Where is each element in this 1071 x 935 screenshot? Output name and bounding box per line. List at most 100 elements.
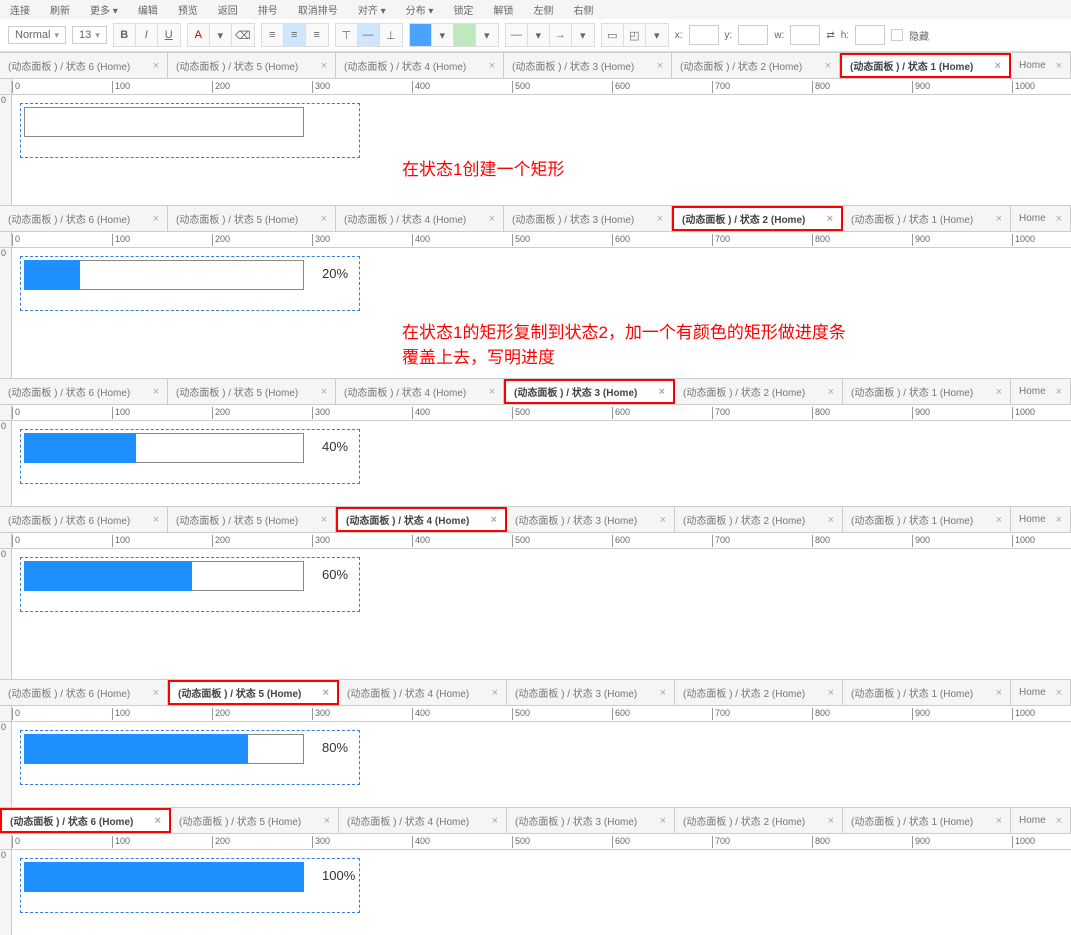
tab-state-3[interactable]: (动态面板 ) / 状态 3 (Home)× [507,808,675,833]
close-icon[interactable]: × [996,514,1002,526]
hide-checkbox[interactable] [891,29,903,41]
close-icon[interactable]: × [828,687,834,699]
tab-state-6[interactable]: (动态面板 ) / 状态 6 (Home)× [0,507,168,532]
tab-state-2[interactable]: (动态面板 ) / 状态 2 (Home)× [675,680,843,705]
canvas[interactable]: 40% [12,421,1071,506]
canvas[interactable]: 20%在状态1的矩形复制到状态2，加一个有颜色的矩形做进度条覆盖上去，写明进度 [12,248,1071,378]
y-input[interactable] [738,25,768,45]
menu-item[interactable]: 分布 ▾ [406,2,434,17]
close-icon[interactable]: × [660,687,666,699]
close-icon[interactable]: × [1056,213,1062,225]
progress-fill[interactable] [24,862,304,892]
text-color-button[interactable]: A [188,24,210,46]
progress-fill[interactable] [24,561,192,591]
close-icon[interactable]: × [1056,514,1062,526]
close-icon[interactable]: × [492,687,498,699]
tab-state-3[interactable]: (动态面板 ) / 状态 3 (Home)× [504,379,675,404]
corner-button[interactable]: ◰ [624,24,646,46]
menu-item[interactable]: 右侧 [573,2,593,17]
tab-state-5[interactable]: (动态面板 ) / 状态 5 (Home)× [168,53,336,78]
close-icon[interactable]: × [660,514,666,526]
valign-top-button[interactable]: ⊤ [336,24,358,46]
close-icon[interactable]: × [996,213,1002,225]
canvas[interactable]: 60% [12,549,1071,679]
close-icon[interactable]: × [324,815,330,827]
canvas[interactable]: 80% [12,722,1071,807]
close-icon[interactable]: × [828,514,834,526]
align-right-button[interactable]: ≡ [306,24,328,46]
close-icon[interactable]: × [321,514,327,526]
close-icon[interactable]: × [489,213,495,225]
tab-state-6[interactable]: (动态面板 ) / 状态 6 (Home)× [0,206,168,231]
tab-home[interactable]: Home× [1011,53,1071,78]
tab-home[interactable]: Home× [1011,680,1071,705]
tab-state-3[interactable]: (动态面板 ) / 状态 3 (Home)× [507,507,675,532]
arrow-more-button[interactable]: ▾ [572,24,594,46]
tab-state-3[interactable]: (动态面板 ) / 状态 3 (Home)× [507,680,675,705]
close-icon[interactable]: × [660,815,666,827]
tab-state-5[interactable]: (动态面板 ) / 状态 5 (Home)× [171,808,339,833]
tab-state-4[interactable]: (动态面板 ) / 状态 4 (Home)× [336,507,507,532]
close-icon[interactable]: × [321,60,327,72]
close-icon[interactable]: × [153,213,159,225]
close-icon[interactable]: × [1056,386,1062,398]
tab-state-1[interactable]: (动态面板 ) / 状态 1 (Home)× [843,206,1011,231]
tab-state-2[interactable]: (动态面板 ) / 状态 2 (Home)× [672,53,840,78]
close-icon[interactable]: × [996,687,1002,699]
canvas[interactable]: 在状态1创建一个矩形 [12,95,1071,205]
close-icon[interactable]: × [492,815,498,827]
close-icon[interactable]: × [491,514,497,526]
close-icon[interactable]: × [323,687,329,699]
close-icon[interactable]: × [489,60,495,72]
close-icon[interactable]: × [1056,815,1062,827]
menu-item[interactable]: 预览 [178,2,198,17]
menu-item[interactable]: 锁定 [453,2,473,17]
fontsize-select[interactable]: 13 [72,26,107,44]
close-icon[interactable]: × [1056,60,1062,72]
tab-home[interactable]: Home× [1011,808,1071,833]
tab-state-6[interactable]: (动态面板 ) / 状态 6 (Home)× [0,53,168,78]
tab-state-6[interactable]: (动态面板 ) / 状态 6 (Home)× [0,680,168,705]
tab-state-2[interactable]: (动态面板 ) / 状态 2 (Home)× [675,379,843,404]
close-icon[interactable]: × [657,213,663,225]
tab-state-5[interactable]: (动态面板 ) / 状态 5 (Home)× [168,379,336,404]
line-style-button[interactable]: — [506,24,528,46]
fill-swatch-2[interactable]: ▾ [432,24,454,46]
tab-state-6[interactable]: (动态面板 ) / 状态 6 (Home)× [0,379,168,404]
h-input[interactable] [855,25,885,45]
w-input[interactable] [790,25,820,45]
menu-item[interactable]: 更多 ▾ [90,2,118,17]
menu-item[interactable]: 返回 [218,2,238,17]
fill-swatch-3[interactable] [454,24,476,46]
x-input[interactable] [689,25,719,45]
tab-state-2[interactable]: (动态面板 ) / 状态 2 (Home)× [675,507,843,532]
close-icon[interactable]: × [995,60,1001,72]
arrow-button[interactable]: → [550,24,572,46]
close-icon[interactable]: × [153,687,159,699]
menu-item[interactable]: 排号 [258,2,278,17]
tab-state-1[interactable]: (动态面板 ) / 状态 1 (Home)× [840,53,1011,78]
underline-button[interactable]: U [158,24,180,46]
tab-home[interactable]: Home× [1011,379,1071,404]
italic-button[interactable]: I [136,24,158,46]
close-icon[interactable]: × [657,60,663,72]
progress-fill[interactable] [24,433,136,463]
progress-fill[interactable] [24,734,248,764]
menu-item[interactable]: 刷新 [50,2,70,17]
valign-bottom-button[interactable]: ⊥ [380,24,402,46]
tab-state-4[interactable]: (动态面板 ) / 状态 4 (Home)× [336,53,504,78]
line-weight-button[interactable]: ▾ [528,24,550,46]
fill-swatch-more[interactable]: ▾ [476,24,498,46]
tab-state-4[interactable]: (动态面板 ) / 状态 4 (Home)× [339,808,507,833]
clear-style-button[interactable]: ⌫ [232,24,254,46]
close-icon[interactable]: × [825,60,831,72]
fill-swatch-1[interactable] [410,24,432,46]
tab-state-1[interactable]: (动态面板 ) / 状态 1 (Home)× [843,379,1011,404]
canvas[interactable]: 100% [12,850,1071,935]
shadow-button[interactable]: ▾ [646,24,668,46]
close-icon[interactable]: × [996,815,1002,827]
tab-home[interactable]: Home× [1011,206,1071,231]
tab-state-4[interactable]: (动态面板 ) / 状态 4 (Home)× [339,680,507,705]
close-icon[interactable]: × [153,386,159,398]
align-center-button[interactable]: ≡ [284,24,306,46]
